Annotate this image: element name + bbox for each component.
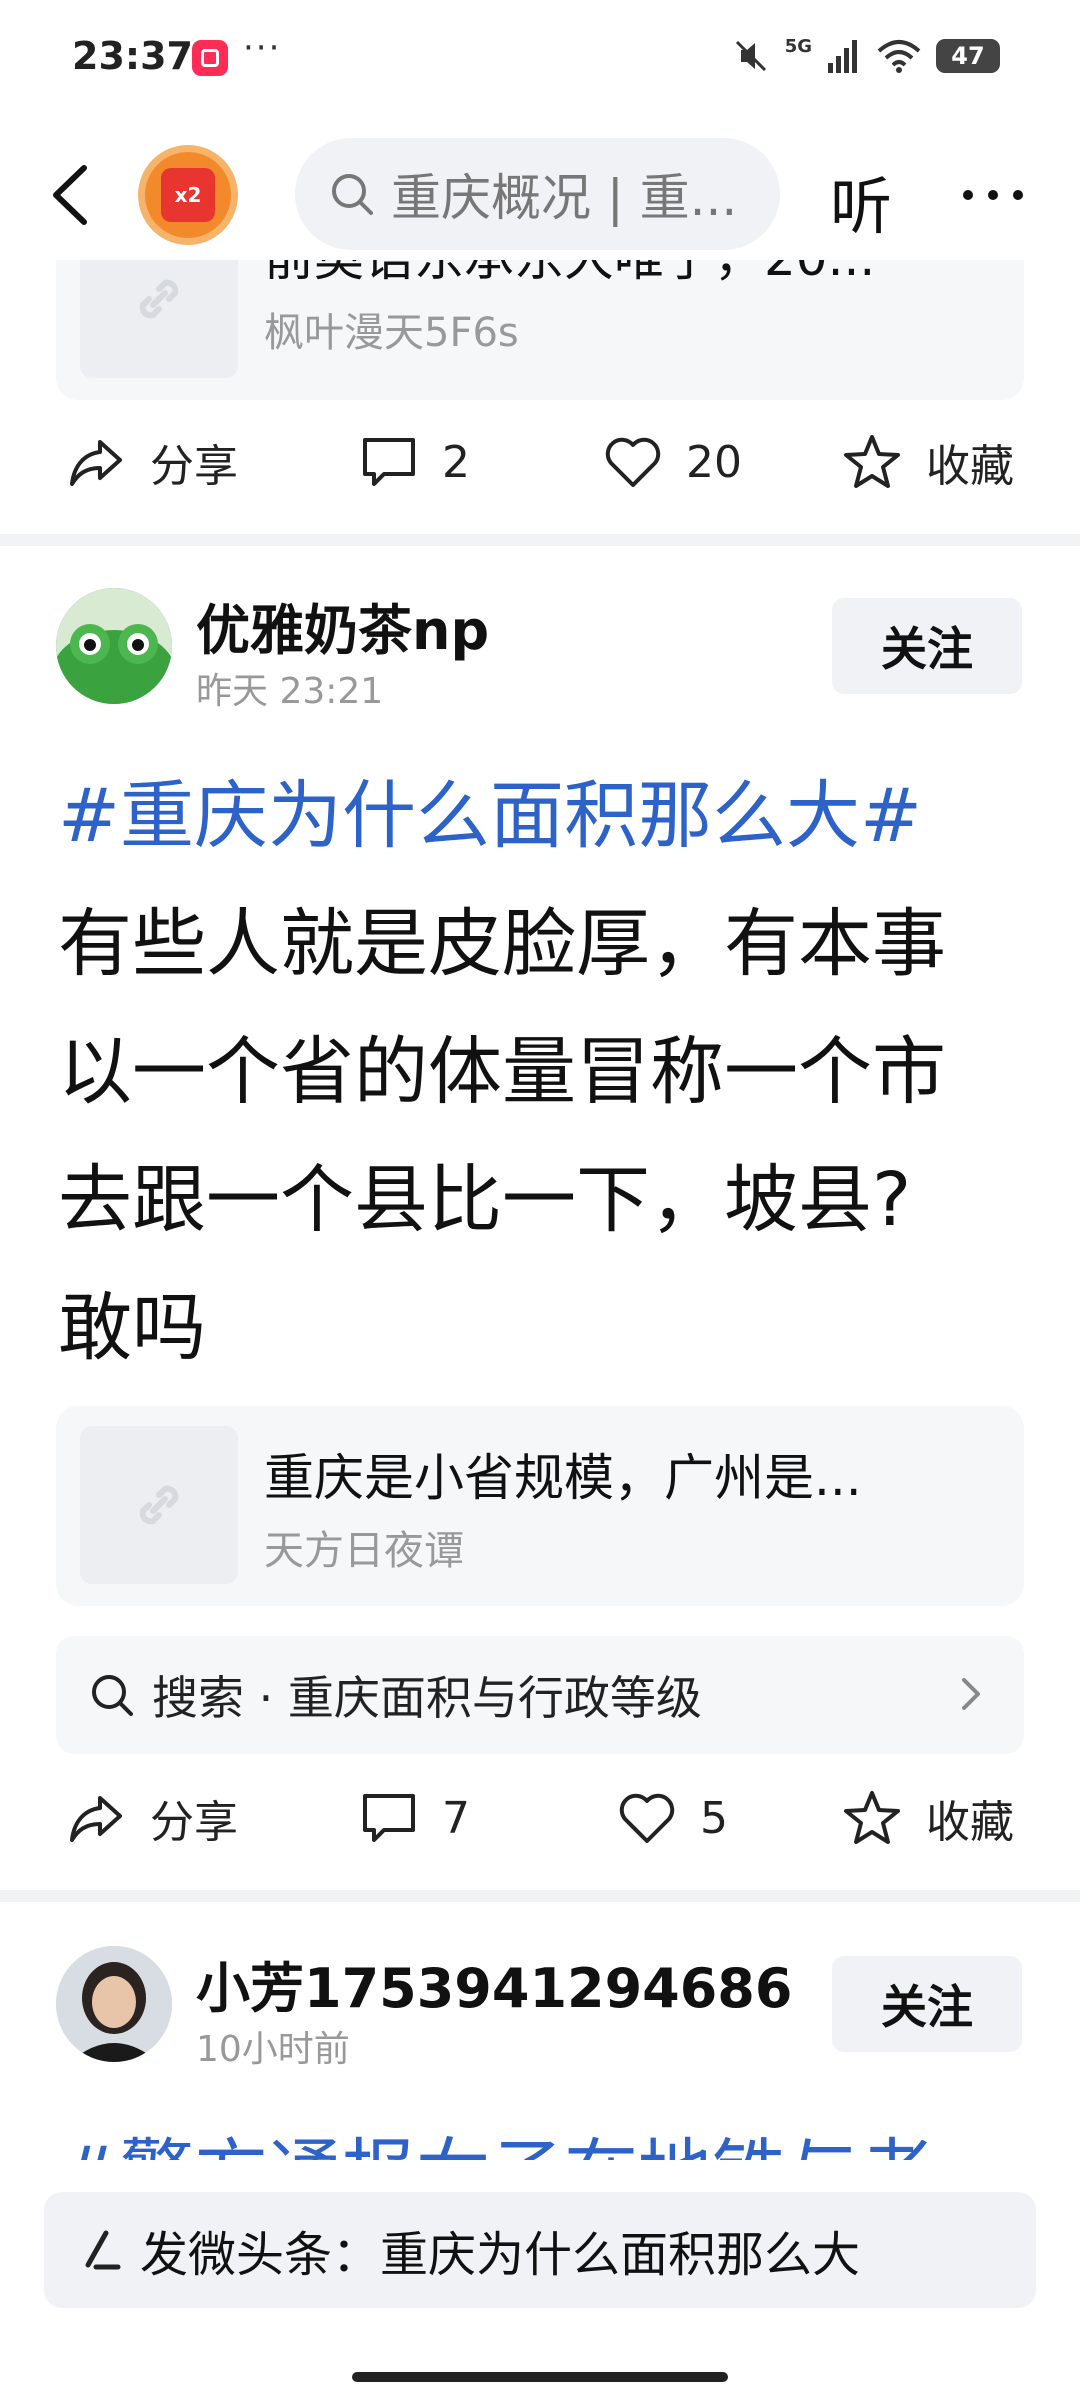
listen-button[interactable]: 听 [830,156,892,246]
wifi-icon [877,40,921,73]
star-icon [844,1791,900,1844]
collect-button[interactable]: 收藏 [842,1768,1014,1868]
status-indicators: 5G 47 [731,36,1000,76]
share-icon [70,440,122,486]
link-icon [139,1485,179,1525]
post-divider [0,1890,1080,1902]
like-count: 5 [700,1792,728,1844]
post-content[interactable]: #重庆为什么面积那么大# 有些人就是皮脸厚，有本事 以一个省的体量冒称一个市 去… [58,752,1028,1392]
signal-icon [828,40,857,73]
link-thumbnail [80,260,238,378]
collect-label: 收藏 [926,1797,1014,1848]
share-label: 分享 [150,441,238,492]
post-author-row: 小芳1753941294686 10小时前 关注 [0,1946,1080,2086]
mute-icon [735,40,766,72]
coin-badge: x2 [161,168,215,222]
post-actions: 分享 2 20 收藏 [0,412,1080,512]
post-time: 10小时前 [196,2029,350,2070]
collect-button[interactable]: 收藏 [842,412,1014,512]
search-input[interactable]: 重庆概况 | 重... [295,138,780,250]
follow-button[interactable]: 关注 [832,1956,1022,2052]
link-icon [139,279,179,319]
network-type: 5G [784,36,812,57]
home-indicator[interactable] [352,2372,728,2382]
comment-count: 7 [442,1792,470,1844]
search-icon [332,174,373,215]
linked-article-card[interactable]: 前奥语东承东大唯了，20... 枫叶漫天5F6s [56,260,1024,400]
related-search-label: 搜索 · 重庆面积与行政等级 [152,1671,702,1725]
author-name[interactable]: 优雅奶茶np [196,586,489,665]
comment-count: 2 [442,436,470,488]
heart-icon [619,1793,675,1843]
pen-icon [85,2230,121,2270]
topic-hashtag[interactable]: #重庆为什么面积那么大# [58,752,1028,880]
frog-avatar-icon [56,588,172,704]
back-icon[interactable] [40,160,110,230]
post-line: 去跟一个县比一下，坡县? [58,1157,912,1243]
comment-icon [363,1794,415,1842]
battery-indicator: 47 [936,39,1000,73]
more-notifications-icon: ··· [243,28,282,68]
share-button[interactable]: 分享 [66,412,238,512]
like-button[interactable]: 5 [618,1768,728,1868]
post-actions: 分享 7 5 收藏 [0,1768,1080,1868]
share-icon [70,1796,122,1842]
follow-button[interactable]: 关注 [832,598,1022,694]
app-notification-icon [192,40,228,76]
avatar[interactable] [56,1946,172,2062]
comment-button[interactable]: 2 [360,412,470,512]
like-count: 20 [686,436,742,488]
feed: 前奥语东承东大唯了，20... 枫叶漫天5F6s 分享 2 20 收藏 [0,260,1080,2160]
compose-bar[interactable]: 发微头条：重庆为什么面积那么大 [44,2192,1036,2308]
link-thumbnail [80,1426,238,1584]
link-title: 前奥语东承东大唯了，20... [264,260,994,290]
post-line: 敢吗 [58,1285,206,1371]
more-options-icon[interactable] [958,170,1028,220]
top-nav-bar: x2 重庆概况 | 重... 听 [0,130,1080,260]
link-title: 重庆是小省规模，广州是... [264,1449,862,1507]
post-time: 昨天 23:21 [196,671,384,712]
search-icon [92,1675,133,1716]
person-avatar-icon [56,1946,172,2062]
compose-text: 发微头条：重庆为什么面积那么大 [140,2227,861,2283]
link-source: 天方日夜谭 [264,1528,464,1574]
search-placeholder: 重庆概况 | 重... [391,169,738,227]
like-button[interactable]: 20 [604,412,742,512]
status-time: 23:37 [72,34,193,78]
share-button[interactable]: 分享 [66,1768,238,1868]
related-search-button[interactable]: 搜索 · 重庆面积与行政等级 [56,1636,1024,1754]
avatar[interactable] [56,588,172,704]
linked-article-card[interactable]: 重庆是小省规模，广州是... 天方日夜谭 [56,1406,1024,1606]
comment-icon [363,438,415,486]
status-bar: 23:37 ··· 5G 47 [0,0,1080,110]
chevron-right-icon [962,1678,980,1710]
share-label: 分享 [150,1797,238,1848]
post-line: 以一个省的体量冒称一个市 [58,1029,946,1115]
link-source: 枫叶漫天5F6s [264,310,519,356]
heart-icon [605,437,661,487]
post-author-row: 优雅奶茶np 昨天 23:21 关注 [0,588,1080,728]
star-icon [844,435,900,488]
post-line: 有些人就是皮脸厚，有本事 [58,901,946,987]
topic-hashtag[interactable]: #警方通报女子在地铁与老 [58,2110,1028,2160]
post-divider [0,534,1080,546]
collect-label: 收藏 [926,441,1014,492]
reward-coin-button[interactable]: x2 [138,145,238,245]
comment-button[interactable]: 7 [360,1768,470,1868]
author-name[interactable]: 小芳1753941294686 [196,1944,792,2023]
